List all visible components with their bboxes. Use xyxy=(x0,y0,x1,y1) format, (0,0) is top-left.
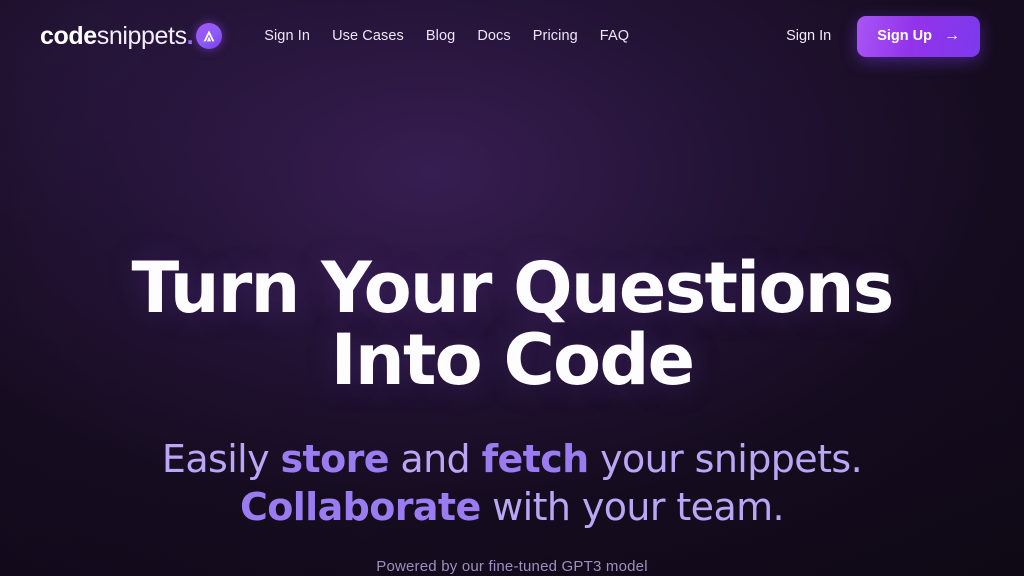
brand-word-snippets: snippets xyxy=(96,21,187,50)
nav-item-docs[interactable]: Docs xyxy=(477,28,510,44)
hero-sub-bold-collaborate: Collaborate xyxy=(239,485,481,530)
arrow-right-icon: → xyxy=(944,27,960,44)
hero-note: Powered by our fine-tuned GPT3 model xyxy=(376,557,648,575)
nav-item-faq[interactable]: FAQ xyxy=(600,28,629,44)
nav-item-use-cases[interactable]: Use Cases xyxy=(332,28,404,44)
sign-in-link[interactable]: Sign In xyxy=(786,28,831,44)
hero-sub-text-2: and xyxy=(388,437,482,482)
brand-word-code: code xyxy=(40,21,97,50)
hero-sub-text-4: with your team. xyxy=(480,485,785,530)
hero-section: Turn Your Questions Into Code Easily sto… xyxy=(0,72,1024,575)
sign-up-label: Sign Up xyxy=(877,28,932,44)
brand-wordmark: code snippets . xyxy=(40,21,194,51)
triangle-a-logo-icon xyxy=(196,23,223,49)
brand-dot: . xyxy=(186,21,194,50)
sign-up-button[interactable]: Sign Up → xyxy=(857,15,980,57)
main-navigation: Sign In Use Cases Blog Docs Pricing FAQ xyxy=(264,28,629,44)
nav-item-blog[interactable]: Blog xyxy=(426,28,455,44)
hero-subtitle: Easily store and fetch your snippets. Co… xyxy=(0,436,1024,532)
nav-item-sign-in[interactable]: Sign In xyxy=(264,28,310,44)
landing-page: code snippets . Sign In Use Cases Blog D… xyxy=(0,0,1024,576)
hero-sub-text-3: your snippets. xyxy=(588,437,863,482)
nav-item-pricing[interactable]: Pricing xyxy=(533,28,578,44)
hero-sub-bold-fetch: fetch xyxy=(481,437,590,482)
brand-logo[interactable]: code snippets . xyxy=(40,21,223,51)
page-title: Turn Your Questions Into Code xyxy=(131,247,894,402)
site-header: code snippets . Sign In Use Cases Blog D… xyxy=(0,0,1024,72)
hero-sub-text-1: Easily xyxy=(161,437,281,482)
hero-sub-bold-store: store xyxy=(280,437,390,482)
